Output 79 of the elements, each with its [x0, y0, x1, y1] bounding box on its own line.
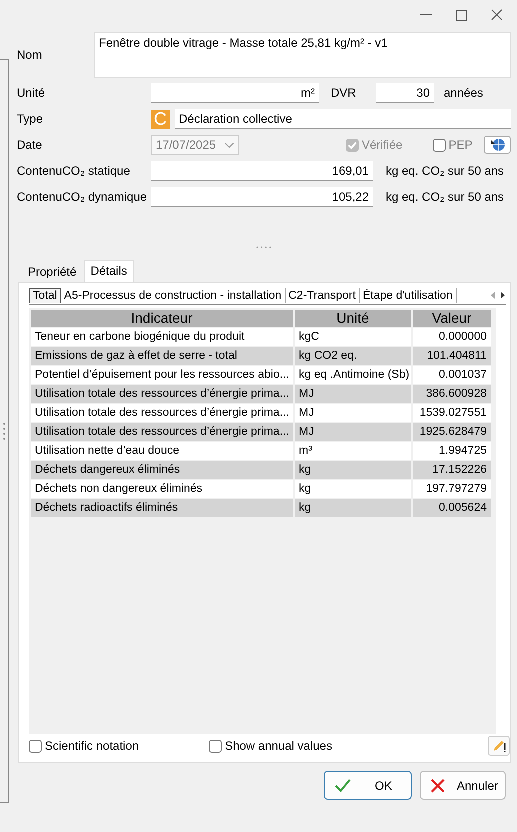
table-cell: 0.000000	[413, 328, 491, 346]
date-picker[interactable]: 17/07/2025	[151, 135, 239, 155]
table-cell: kg	[295, 499, 411, 517]
table-cell: kgC	[295, 328, 411, 346]
table-cell: 101.404811	[413, 347, 491, 365]
table-cell: Utilisation nette d’eau douce	[31, 442, 293, 460]
tab[interactable]: Détails	[84, 260, 134, 282]
column-header[interactable]: Indicateur	[31, 310, 293, 327]
checkbox-label: PEP	[448, 138, 473, 152]
name-field[interactable]: Fenêtre double vitrage - Masse totale 25,81 kg/m² - v1	[94, 32, 511, 78]
checkbox[interactable]	[209, 740, 222, 752]
column-header[interactable]: Valeur	[413, 310, 491, 327]
table-cell: Utilisation totale des ressources d’énergie prima...	[31, 423, 293, 441]
checkbox[interactable]	[29, 740, 42, 752]
type-badge: C	[151, 110, 170, 128]
minimize-icon[interactable]	[420, 14, 432, 16]
table-cell: 17.152226	[413, 461, 491, 479]
close-icon	[431, 778, 445, 792]
table-cell: MJ	[295, 385, 411, 403]
table-cell: Teneur en carbone biogénique du produit	[31, 328, 293, 346]
pencil-icon	[492, 739, 506, 753]
field-label: Unité	[17, 86, 46, 100]
co2-field[interactable]: 169,01	[151, 161, 373, 181]
ok-button[interactable]: OK	[324, 771, 412, 800]
field-label: DVR	[331, 86, 358, 100]
table-cell: 197.797279	[413, 480, 491, 498]
globe-button[interactable]	[484, 136, 511, 154]
cancel-button[interactable]: Annuler	[420, 771, 506, 800]
checkbox[interactable]	[432, 138, 446, 152]
table-cell: MJ	[295, 404, 411, 422]
edit-button[interactable]	[488, 736, 510, 756]
unit-label: kg eq. CO₂ sur 50 ans	[386, 164, 504, 178]
table-cell: 386.600928	[413, 385, 491, 403]
grip-icon[interactable]	[2, 422, 6, 440]
tab[interactable]: Étape d'utilisation	[360, 288, 457, 303]
table-cell: MJ	[295, 423, 411, 441]
table-cell: Déchets non dangereux éliminés	[31, 480, 293, 498]
splitter-handle[interactable]	[256, 246, 272, 249]
field-label: Nom	[17, 48, 44, 62]
unit-label: années	[444, 86, 484, 100]
table-cell: kg eq .Antimoine (Sb)	[295, 366, 411, 384]
field-label: Date	[17, 138, 44, 152]
table-cell: Utilisation totale des ressources d’énergie prima...	[31, 404, 293, 422]
scroll-arrows-icon[interactable]	[490, 291, 506, 300]
table-cell: 1.994725	[413, 442, 491, 460]
close-icon[interactable]	[491, 9, 503, 21]
field-label: Type	[17, 112, 44, 126]
unit-label: kg eq. CO₂ sur 50 ans	[386, 190, 504, 204]
checkbox-label: Scientific notation	[45, 739, 140, 753]
table-cell: Déchets dangereux éliminés	[31, 461, 293, 479]
checkbox-label: Show annual values	[225, 739, 332, 753]
dropdown-caret-icon[interactable]	[225, 142, 234, 148]
table-cell: 1539.027551	[413, 404, 491, 422]
maximize-icon[interactable]	[456, 10, 467, 20]
tab[interactable]: C2-Transport	[286, 288, 360, 303]
globe-icon	[490, 138, 506, 152]
table-cell: 0.001037	[413, 366, 491, 384]
table-cell: Potentiel d’épuisement pour les ressources abio...	[31, 366, 293, 384]
table-cell: 0.005624	[413, 499, 491, 517]
type-field[interactable]: Déclaration collective	[175, 109, 511, 129]
table-cell: kg	[295, 461, 411, 479]
dvr-field[interactable]: 30	[376, 83, 434, 103]
field-label: ContenuCO₂ dynamique	[17, 190, 148, 204]
table-cell: 1925.628479	[413, 423, 491, 441]
field-label: ContenuCO₂ statique	[17, 164, 132, 178]
checkbox-label: Vérifiée	[362, 138, 403, 152]
table-cell: Utilisation totale des ressources d’énergie prima...	[31, 385, 293, 403]
table-cell: Emissions de gaz à effet de serre - total	[31, 347, 293, 365]
table-cell: kg	[295, 480, 411, 498]
table-cell: Déchets radioactifs éliminés	[31, 499, 293, 517]
tab[interactable]: Total	[29, 288, 62, 303]
tab[interactable]: A5-Processus de construction - installation	[61, 288, 286, 303]
table-cell: kg CO2 eq.	[295, 347, 411, 365]
check-icon	[335, 778, 351, 792]
tab[interactable]: Propriété	[21, 261, 84, 282]
table-cell: m³	[295, 442, 411, 460]
unit-field[interactable]: m²	[151, 83, 319, 103]
column-header[interactable]: Unité	[295, 310, 411, 327]
co2-field[interactable]: 105,22	[151, 187, 373, 207]
